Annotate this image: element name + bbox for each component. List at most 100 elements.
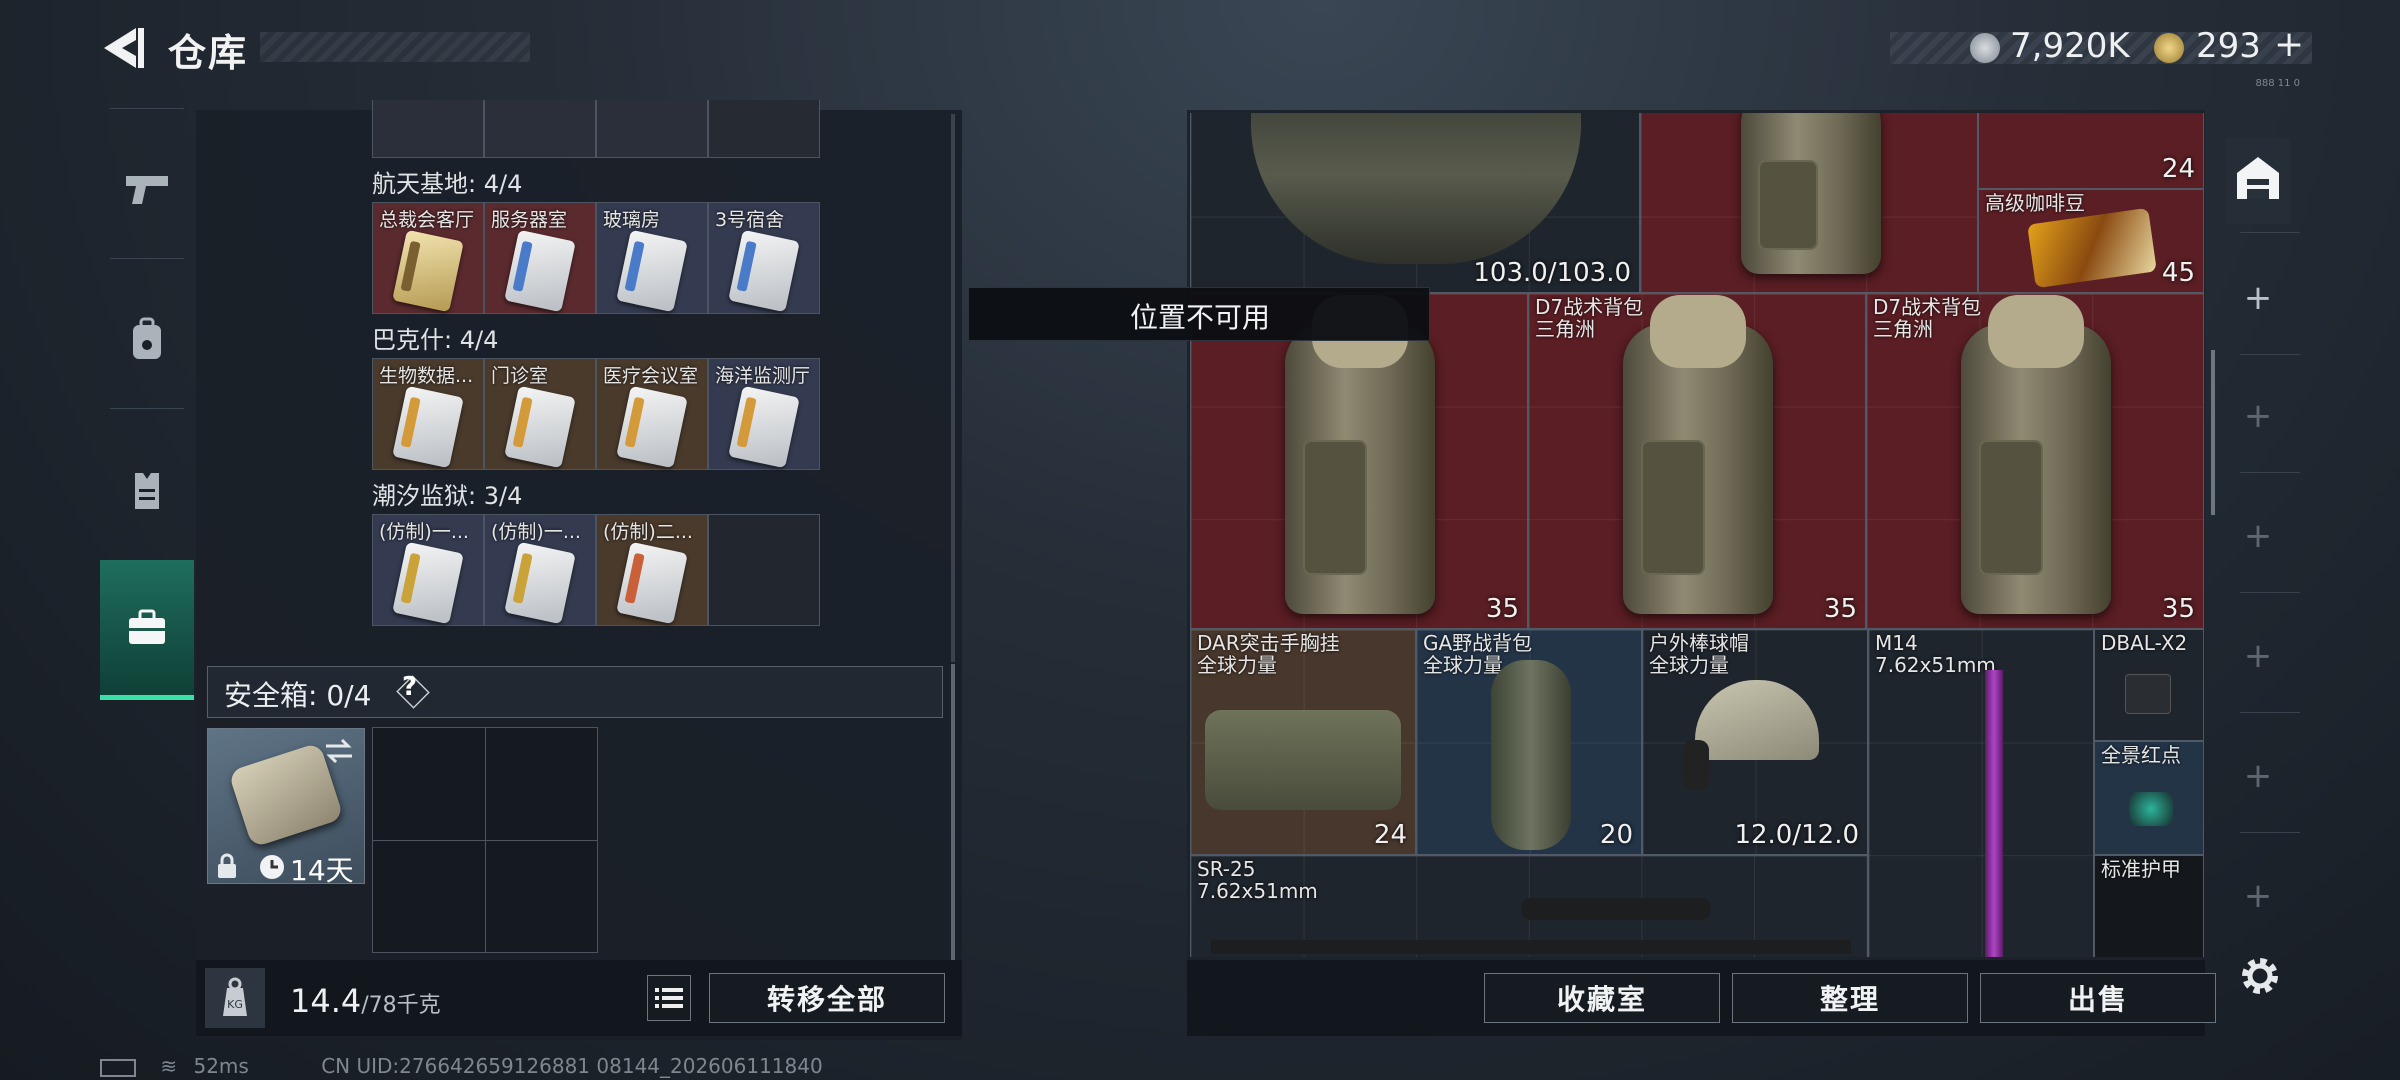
key-label: 3号宿舍 [715,209,785,231]
key-slot[interactable]: 总裁会客厅 [372,202,484,314]
item-sr25-rifle[interactable]: SR-25 7.62x51mm [1190,855,1868,957]
key-slot[interactable] [708,100,820,158]
tab-gear[interactable] [100,270,194,410]
tab-armor[interactable] [100,420,194,560]
item-name: 户外棒球帽 全球力量 [1649,631,1749,677]
currency-premium: 293 [2196,26,2261,66]
safe-box-empty-slots[interactable] [372,727,598,953]
left-scrollbar[interactable] [951,664,955,960]
key-slot[interactable]: 生物数据... [372,358,484,470]
item-holographic-sight[interactable]: 全景红点 [2094,741,2204,855]
item-armor-vest[interactable]: 103.0/103.0 [1190,113,1640,293]
add-warehouse-tab-4[interactable]: + [2228,626,2288,686]
key-slot[interactable] [372,100,484,158]
safe-box-label: 安全箱: 0/4 [224,679,372,712]
back-arrow-icon[interactable] [96,22,146,74]
item-dbal-x2[interactable]: DBAL-X2 [2094,629,2204,741]
tab-warehouse-main[interactable] [2228,148,2288,208]
item-name: D7战术背包 三角洲 [1873,295,1982,341]
tab-storage[interactable] [100,560,194,700]
safe-box-slot[interactable]: 14天 [207,728,365,887]
settings-button[interactable] [2230,946,2290,1006]
plus-icon: + [2243,876,2273,916]
armor-vest-icon [1251,113,1581,264]
key-label: 门诊室 [491,365,549,387]
item-d7-backpack[interactable]: D7战术背包 三角洲 35 [1866,293,2204,629]
key-label: 海洋监测厅 [715,365,811,387]
add-warehouse-tab-6[interactable]: + [2228,866,2288,926]
gear-icon [2242,958,2278,994]
keycard-icon [392,385,464,469]
backpack-icon [1741,113,1881,274]
safe-box-duration: 14天 [290,854,354,887]
key-slot[interactable]: (仿制)一... [484,514,596,626]
lock-icon [218,853,236,878]
add-warehouse-tab-2[interactable]: + [2228,386,2288,446]
backpack-icon [1961,295,2111,614]
key-slot[interactable] [596,100,708,158]
help-icon[interactable]: ? [402,672,417,702]
tab-weapons[interactable] [100,120,194,260]
item-m14-rifle[interactable]: M14 7.62x51mm [1868,629,2094,957]
tab-divider [2240,232,2300,233]
collection-room-button[interactable]: 收藏室 [1484,973,1720,1023]
keycard-icon [728,229,800,313]
list-view-button[interactable] [647,975,691,1021]
key-label: 医疗会议室 [603,365,699,387]
currency-coins: 7,920K [2010,26,2130,66]
key-slot[interactable]: 医疗会议室 [596,358,708,470]
status-line: ≋ 52ms CN UID:276642659126881 08144_2026… [100,1054,823,1078]
cap-icon [1695,680,1819,760]
keycard-icon [392,229,464,313]
item-d7-backpack[interactable]: 35 [1190,293,1528,629]
transfer-all-button[interactable]: 转移全部 [709,973,945,1023]
weight-kg-icon: KG [205,968,265,1028]
key-slot[interactable]: (仿制)二... [596,514,708,626]
add-warehouse-tab-5[interactable]: + [2228,746,2288,806]
key-slot[interactable] [484,100,596,158]
key-slot-empty[interactable] [708,514,820,626]
add-warehouse-tab-1[interactable]: + [2228,268,2288,328]
key-slot[interactable]: 门诊室 [484,358,596,470]
key-slot[interactable]: 服务器室 [484,202,596,314]
item-baseball-cap[interactable]: 户外棒球帽 全球力量 12.0/12.0 [1642,629,1868,855]
keycard-icon [616,385,688,469]
left-scroll-track[interactable] [951,114,955,662]
item-standard-armor[interactable]: 标准护甲 [2094,855,2204,957]
list-icon [655,988,683,1008]
item-backpack-top[interactable] [1640,113,1978,293]
sort-button[interactable]: 整理 [1732,973,1968,1023]
keycard-icon [616,229,688,313]
key-label: 玻璃房 [603,209,661,231]
item-ga-field-backpack[interactable]: GA野战背包 全球力量 20 [1416,629,1642,855]
item-d7-backpack[interactable]: D7战术背包 三角洲 35 [1528,293,1866,629]
plus-icon: + [2243,396,2273,436]
key-slot[interactable]: (仿制)一... [372,514,484,626]
key-slot[interactable]: 海洋监测厅 [708,358,820,470]
sell-button[interactable]: 出售 [1980,973,2216,1023]
item-coffee-beans[interactable]: 高级咖啡豆 45 [1978,189,2204,293]
title-decoration [260,32,530,62]
item-name: M14 7.62x51mm [1875,631,1996,677]
key-slot[interactable]: 3号宿舍 [708,202,820,314]
key-label: (仿制)一... [379,521,469,543]
section-title-bakhsh: 巴克什: 4/4 [372,326,499,354]
item-name: 标准护甲 [2101,857,2181,881]
add-currency-button[interactable]: + [2274,24,2304,65]
red-dot-sight-icon [2129,792,2173,826]
tab-divider [110,108,184,109]
pistol-icon [126,176,168,204]
laser-module-icon [2125,674,2171,714]
wifi-icon: ≋ [160,1054,178,1078]
item-name: SR-25 7.62x51mm [1197,857,1318,903]
item-dar-chest-rig[interactable]: DAR突击手胸挂 全球力量 24 [1190,629,1416,855]
key-slot[interactable]: 玻璃房 [596,202,708,314]
section-title-space-base: 航天基地: 4/4 [372,170,523,198]
swap-icon[interactable] [322,737,356,765]
right-scrollbar[interactable] [2211,350,2215,515]
plus-icon: + [2243,278,2273,318]
keycard-icon [392,541,464,625]
add-warehouse-tab-3[interactable]: + [2228,506,2288,566]
item-slot-top[interactable]: 24 [1978,113,2204,189]
keycard-icon [728,385,800,469]
